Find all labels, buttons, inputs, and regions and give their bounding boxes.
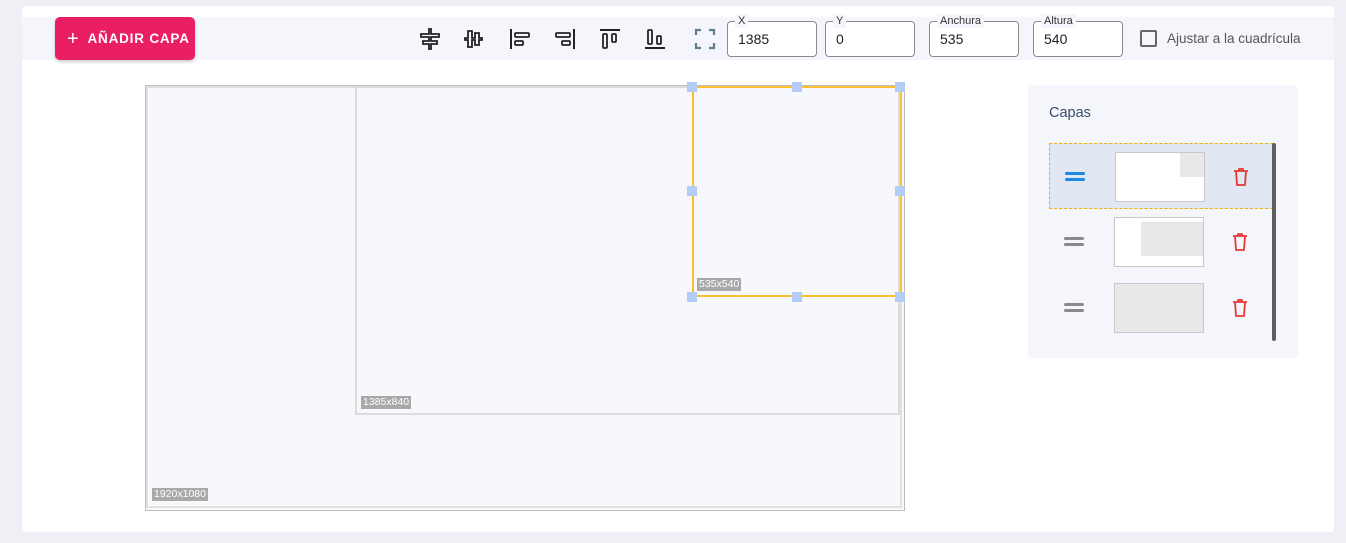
- resize-handle-top-right[interactable]: [895, 82, 905, 92]
- y-field-label: Y: [833, 14, 847, 28]
- resize-handle-right[interactable]: [895, 186, 905, 196]
- snap-to-grid-label: Ajustar a la cuadrícula: [1167, 31, 1301, 46]
- align-bottom-icon[interactable]: [643, 27, 667, 51]
- height-field-label: Altura: [1041, 14, 1076, 28]
- x-field-value: 1385: [738, 31, 770, 47]
- height-field-value: 540: [1044, 31, 1068, 47]
- align-horizontal-center-icon[interactable]: [418, 27, 442, 51]
- resize-handle-top-left[interactable]: [687, 82, 697, 92]
- align-top-icon[interactable]: [598, 27, 622, 51]
- resize-handle-left[interactable]: [687, 186, 697, 196]
- width-field[interactable]: Anchura 535: [929, 14, 1019, 57]
- resize-handle-top[interactable]: [792, 82, 802, 92]
- layers-panel: Capas: [1028, 85, 1298, 358]
- layer-size-label: 1920x1080: [152, 488, 208, 501]
- layers-scrollbar[interactable]: [1272, 143, 1276, 341]
- align-right-icon[interactable]: [553, 27, 577, 51]
- resize-handle-bottom[interactable]: [792, 292, 802, 302]
- add-layer-label: AÑADIR CAPA: [87, 31, 190, 46]
- layer-thumbnail: [1115, 152, 1205, 202]
- add-layer-button[interactable]: + AÑADIR CAPA: [55, 17, 195, 60]
- width-field-value: 535: [940, 31, 964, 47]
- layer-size-label: 535x540: [697, 278, 742, 291]
- layout-canvas[interactable]: 1920x1080 1385x840 535x540: [145, 82, 905, 511]
- resize-handle-bottom-right[interactable]: [895, 292, 905, 302]
- layer-size-label: 1385x840: [361, 396, 412, 409]
- layer-thumbnail: [1114, 217, 1204, 267]
- height-field[interactable]: Altura 540: [1033, 14, 1123, 57]
- drag-handle-icon[interactable]: [1064, 237, 1084, 246]
- drag-handle-icon[interactable]: [1064, 303, 1084, 312]
- y-field[interactable]: Y 0: [825, 14, 915, 57]
- layer-item[interactable]: [1049, 143, 1273, 209]
- snap-to-grid-toggle[interactable]: Ajustar a la cuadrícula: [1140, 30, 1301, 47]
- layer-item[interactable]: [1049, 209, 1273, 275]
- trash-icon[interactable]: [1231, 297, 1249, 319]
- drag-handle-icon[interactable]: [1065, 172, 1085, 181]
- fullscreen-icon[interactable]: [693, 27, 717, 51]
- align-left-icon[interactable]: [508, 27, 532, 51]
- layers-panel-title: Capas: [1049, 105, 1091, 121]
- layer-thumbnail: [1114, 283, 1204, 333]
- editor-card: + AÑADIR CAPA X 1385 Y 0 Anchura 535 Alt…: [22, 6, 1334, 532]
- trash-icon[interactable]: [1231, 231, 1249, 253]
- layer-item[interactable]: [1049, 275, 1273, 341]
- snap-to-grid-checkbox[interactable]: [1140, 30, 1157, 47]
- x-field[interactable]: X 1385: [727, 14, 817, 57]
- resize-handle-bottom-left[interactable]: [687, 292, 697, 302]
- plus-icon: +: [67, 27, 80, 50]
- width-field-label: Anchura: [937, 14, 984, 28]
- y-field-value: 0: [836, 31, 844, 47]
- trash-icon[interactable]: [1232, 166, 1250, 188]
- x-field-label: X: [735, 14, 749, 28]
- align-vertical-center-icon[interactable]: [463, 27, 487, 51]
- canvas-layer-selected[interactable]: 535x540: [692, 86, 902, 297]
- toolbar: + AÑADIR CAPA X 1385 Y 0 Anchura 535 Alt…: [22, 14, 1334, 60]
